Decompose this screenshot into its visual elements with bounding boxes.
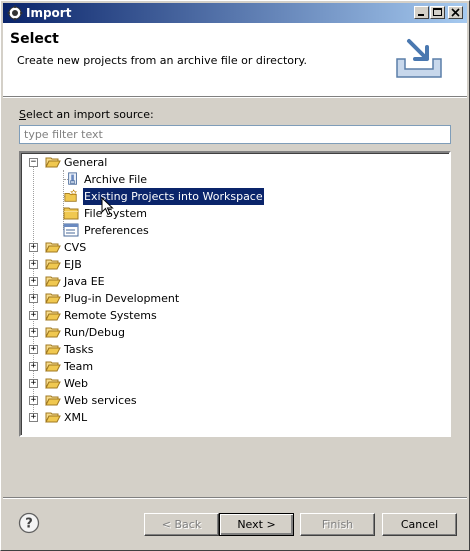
tree-node-label: General <box>64 156 108 169</box>
tree-node-category[interactable]: + XML <box>21 409 441 426</box>
expand-toggle[interactable]: + <box>29 294 38 303</box>
folder-icon <box>45 259 61 270</box>
mnemonic-char: S <box>19 108 26 121</box>
import-source-label: Select an import source: <box>19 108 154 121</box>
expand-toggle[interactable]: + <box>29 328 38 337</box>
tree-node-category[interactable]: + Java EE <box>21 273 441 290</box>
tree-node-label: Java EE <box>64 275 105 288</box>
minimize-icon <box>418 14 424 16</box>
folder-icon <box>45 395 61 406</box>
expand-toggle[interactable]: + <box>29 277 38 286</box>
title-bar[interactable]: Import <box>3 3 467 23</box>
next-button[interactable]: Next > <box>219 513 294 536</box>
page-description: Create new projects from an archive file… <box>17 54 307 67</box>
expand-toggle[interactable]: + <box>29 379 38 388</box>
tree-node-label: CVS <box>64 241 87 254</box>
tree-node-category[interactable]: + Team <box>21 358 441 375</box>
expand-toggle[interactable]: + <box>29 345 38 354</box>
expand-toggle[interactable]: + <box>29 311 38 320</box>
tree-node-category[interactable]: + Web <box>21 375 441 392</box>
existing-projects-icon <box>64 189 77 202</box>
tree-node-preferences[interactable]: Preferences <box>21 222 441 239</box>
tree-node-label: Run/Debug <box>64 326 125 339</box>
folder-icon <box>45 361 61 372</box>
collapse-toggle[interactable]: − <box>29 158 38 167</box>
folder-icon <box>45 412 61 423</box>
expand-toggle[interactable]: + <box>29 413 38 422</box>
tree-node-label: Plug-in Development <box>64 292 180 305</box>
import-source-label-text: elect an import source: <box>25 108 154 121</box>
folder-icon <box>45 276 61 287</box>
tree-node-existing-projects[interactable]: Existing Projects into Workspace <box>21 187 441 206</box>
archive-file-icon <box>68 172 77 185</box>
import-wizard-icon <box>396 39 442 78</box>
tree-node-category[interactable]: + CVS <box>21 239 441 256</box>
tree-node-label: Web <box>64 377 88 390</box>
finish-button[interactable]: Finish <box>300 513 375 536</box>
expand-toggle[interactable]: + <box>29 260 38 269</box>
help-icon[interactable]: ? <box>18 512 40 534</box>
tree-node-label: Archive File <box>84 173 148 186</box>
maximize-icon <box>433 8 442 16</box>
page-title: Select <box>10 31 59 47</box>
folder-icon <box>63 207 79 220</box>
tree-node-category[interactable]: + Run/Debug <box>21 324 441 341</box>
expand-toggle[interactable]: + <box>29 243 38 252</box>
window-title: Import <box>26 6 72 20</box>
tree-node-label: Tasks <box>64 343 94 356</box>
tree-node-general[interactable]: − General <box>21 154 441 171</box>
expand-toggle[interactable]: + <box>29 396 38 405</box>
preferences-icon <box>63 223 79 237</box>
tree-node-category[interactable]: + Tasks <box>21 341 441 358</box>
close-icon <box>451 8 460 17</box>
open-folder-icon <box>45 157 61 168</box>
folder-icon <box>45 327 61 338</box>
maximize-button[interactable] <box>430 6 445 19</box>
back-button[interactable]: < Back <box>144 513 219 536</box>
folder-icon <box>45 378 61 389</box>
tree-node-label: XML <box>64 411 88 424</box>
expand-toggle[interactable]: + <box>29 362 38 371</box>
folder-icon <box>45 293 61 304</box>
tree-node-label: Remote Systems <box>64 309 157 322</box>
tree-node-category[interactable]: + Remote Systems <box>21 307 441 324</box>
button-bar-separator-highlight <box>3 498 467 499</box>
folder-icon <box>45 344 61 355</box>
close-button[interactable] <box>448 6 463 19</box>
svg-text:?: ? <box>25 517 33 532</box>
tree-node-category[interactable]: + Web services <box>21 392 441 409</box>
minimize-button[interactable] <box>414 6 429 19</box>
import-dialog: Import Select Create new projects from a… <box>0 0 470 551</box>
tree-node-label: EJB <box>64 258 82 271</box>
tree-node-label: Web services <box>64 394 137 407</box>
filter-input[interactable]: type filter text <box>19 125 451 144</box>
eclipse-app-icon <box>7 5 23 21</box>
tree-node-file-system[interactable]: File System <box>21 205 441 222</box>
folder-icon <box>45 310 61 321</box>
wizard-banner: Select Create new projects from an archi… <box>3 23 467 97</box>
tree-node-label: File System <box>84 207 147 220</box>
tree-node-archive-file[interactable]: Archive File <box>21 171 441 188</box>
tree-node-label: Team <box>64 360 94 373</box>
mouse-pointer-icon <box>101 197 114 216</box>
cancel-button[interactable]: Cancel <box>382 513 457 536</box>
banner-separator <box>3 97 467 98</box>
tree-node-label: Preferences <box>84 224 149 237</box>
tree-node-category[interactable]: + EJB <box>21 256 441 273</box>
tree-node-category[interactable]: + Plug-in Development <box>21 290 441 307</box>
import-source-tree[interactable]: − General Archive File Existing Projects… <box>19 151 451 437</box>
folder-icon <box>45 242 61 253</box>
